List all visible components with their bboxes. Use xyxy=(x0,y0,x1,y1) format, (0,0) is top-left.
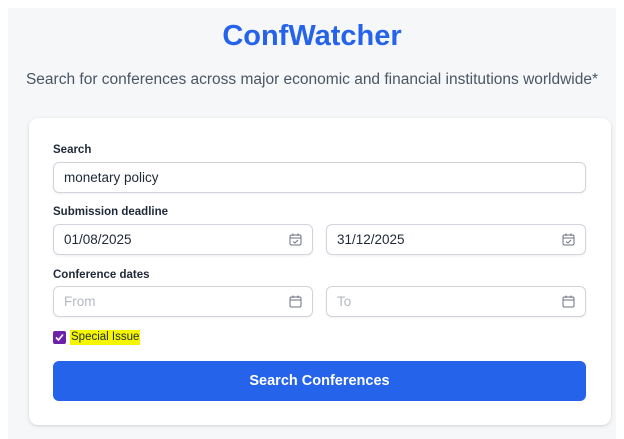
submission-deadline-label: Submission deadline xyxy=(53,206,169,218)
submission-deadline-to-input[interactable]: 31/12/2025 xyxy=(326,224,586,255)
app-title: ConfWatcher xyxy=(222,20,402,52)
search-label: Search xyxy=(53,144,92,156)
search-conferences-button[interactable]: Search Conferences xyxy=(53,361,586,401)
app-subtitle: Search for conferences across major econ… xyxy=(25,71,599,88)
calendar-icon[interactable] xyxy=(289,295,302,308)
conference-dates-label: Conference dates xyxy=(53,269,150,281)
checkmark-icon xyxy=(55,333,64,342)
special-issue-label[interactable]: Special Issue xyxy=(70,330,141,345)
calendar-icon[interactable] xyxy=(562,295,575,308)
search-input-value: monetary policy xyxy=(64,170,159,185)
conference-dates-to-input[interactable]: To xyxy=(326,286,586,317)
calendar-check-icon[interactable] xyxy=(289,233,302,246)
submission-deadline-from-input[interactable]: 01/08/2025 xyxy=(53,224,313,255)
submission-deadline-to-value: 31/12/2025 xyxy=(337,232,405,247)
search-input[interactable]: monetary policy xyxy=(53,162,586,193)
special-issue-checkbox[interactable] xyxy=(53,331,66,344)
conference-dates-from-placeholder: From xyxy=(64,294,96,309)
calendar-check-icon[interactable] xyxy=(562,233,575,246)
submission-deadline-from-value: 01/08/2025 xyxy=(64,232,132,247)
conference-dates-to-placeholder: To xyxy=(337,294,352,309)
conference-dates-from-input[interactable]: From xyxy=(53,286,313,317)
